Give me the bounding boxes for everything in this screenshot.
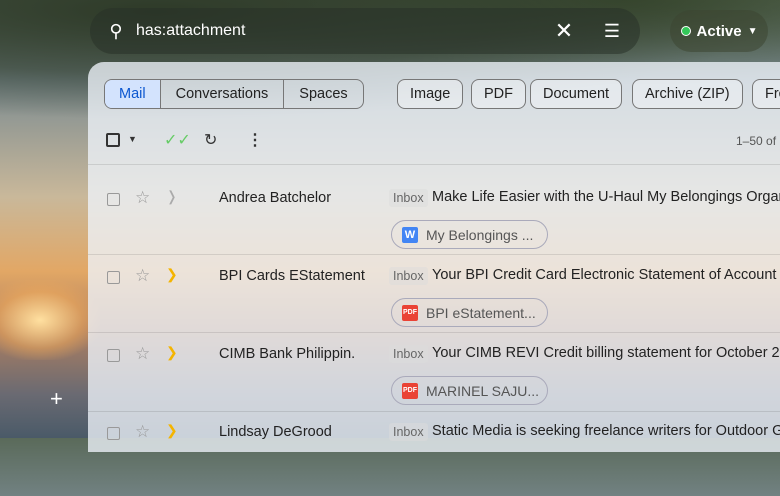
email-row[interactable]: ☆ ❭ Andrea Batchelor Inbox Make Life Eas… — [88, 184, 780, 262]
email-row[interactable]: ☆ ❯ Lindsay DeGrood Inbox Static Media i… — [88, 418, 780, 496]
filter-image[interactable]: Image — [397, 79, 464, 109]
clear-search-icon[interactable]: ✕ — [544, 18, 584, 44]
filter-pdf[interactable]: PDF — [471, 79, 526, 109]
row-checkbox[interactable] — [107, 193, 120, 206]
subject: Your CIMB REVI Credit billing statement … — [432, 345, 780, 361]
refresh-icon[interactable]: ↻ — [204, 130, 217, 150]
label-badge: Inbox — [389, 423, 428, 441]
status-dot-icon — [680, 26, 691, 36]
label-badge: Inbox — [389, 345, 428, 363]
row-checkbox[interactable] — [107, 271, 120, 284]
search-input[interactable]: has:attachment — [136, 22, 544, 40]
status-button[interactable]: Active ▼ — [670, 10, 768, 52]
row-checkbox[interactable] — [107, 427, 120, 440]
tab-mail[interactable]: Mail — [105, 80, 160, 108]
label-badge: Inbox — [389, 267, 428, 285]
attachment-chip[interactable]: PDF MARINEL SAJU... — [391, 376, 548, 405]
search-bar[interactable]: ⚲ has:attachment ✕ ☰ — [90, 8, 640, 54]
search-options-icon[interactable]: ☰ — [584, 21, 640, 42]
word-file-icon: W — [402, 226, 418, 243]
star-icon[interactable]: ☆ — [135, 266, 150, 286]
subject: Make Life Easier with the U-Haul My Belo… — [432, 189, 780, 205]
select-dropdown-icon[interactable]: ▼ — [128, 134, 137, 144]
sender: Andrea Batchelor — [219, 190, 332, 206]
importance-marker-icon[interactable]: ❯ — [166, 266, 178, 283]
filter-from[interactable]: Fro — [752, 79, 780, 109]
attachment-name: MARINEL SAJU... — [426, 382, 540, 399]
divider — [88, 164, 780, 165]
importance-marker-icon[interactable]: ❯ — [166, 422, 178, 439]
importance-marker-icon[interactable]: ❯ — [166, 344, 178, 361]
pdf-file-icon: PDF — [402, 382, 418, 399]
star-icon[interactable]: ☆ — [135, 188, 150, 208]
more-options-icon[interactable]: ⋮ — [247, 130, 263, 150]
new-space-plus-icon[interactable]: + — [50, 386, 63, 412]
sender: CIMB Bank Philippin. — [219, 346, 356, 362]
select-all-checkbox[interactable] — [106, 133, 120, 147]
tab-conversations[interactable]: Conversations — [159, 80, 284, 108]
mark-read-icon[interactable]: ✓✓ — [164, 130, 191, 150]
filter-document[interactable]: Document — [530, 79, 623, 109]
sender: BPI Cards EStatement — [219, 268, 365, 284]
background-sunset — [0, 280, 100, 360]
email-row[interactable]: ☆ ❯ BPI Cards EStatement Inbox Your BPI … — [88, 262, 780, 340]
label-badge: Inbox — [389, 189, 428, 207]
subject: Static Media is seeking freelance writer… — [432, 423, 780, 439]
star-icon[interactable]: ☆ — [135, 422, 150, 442]
search-icon: ⚲ — [109, 20, 123, 41]
search-scope-tabs: Mail Conversations Spaces — [104, 79, 364, 109]
attachment-chip[interactable]: PDF BPI eStatement... — [391, 298, 548, 327]
star-icon[interactable]: ☆ — [135, 344, 150, 364]
pagination-count: 1–50 of — [736, 134, 777, 148]
importance-marker-icon[interactable]: ❭ — [166, 188, 178, 205]
chevron-down-icon: ▼ — [747, 25, 758, 37]
tab-spaces[interactable]: Spaces — [283, 80, 362, 108]
attachment-chip[interactable]: W My Belongings ... — [391, 220, 548, 249]
subject: Your BPI Credit Card Electronic Statemen… — [432, 267, 780, 283]
status-label: Active — [696, 22, 742, 40]
row-checkbox[interactable] — [107, 349, 120, 362]
attachment-name: My Belongings ... — [426, 226, 534, 243]
email-row[interactable]: ☆ ❯ CIMB Bank Philippin. Inbox Your CIMB… — [88, 340, 780, 418]
pdf-file-icon: PDF — [402, 304, 418, 321]
attachment-name: BPI eStatement... — [426, 304, 536, 321]
filter-archive[interactable]: Archive (ZIP) — [632, 79, 743, 109]
